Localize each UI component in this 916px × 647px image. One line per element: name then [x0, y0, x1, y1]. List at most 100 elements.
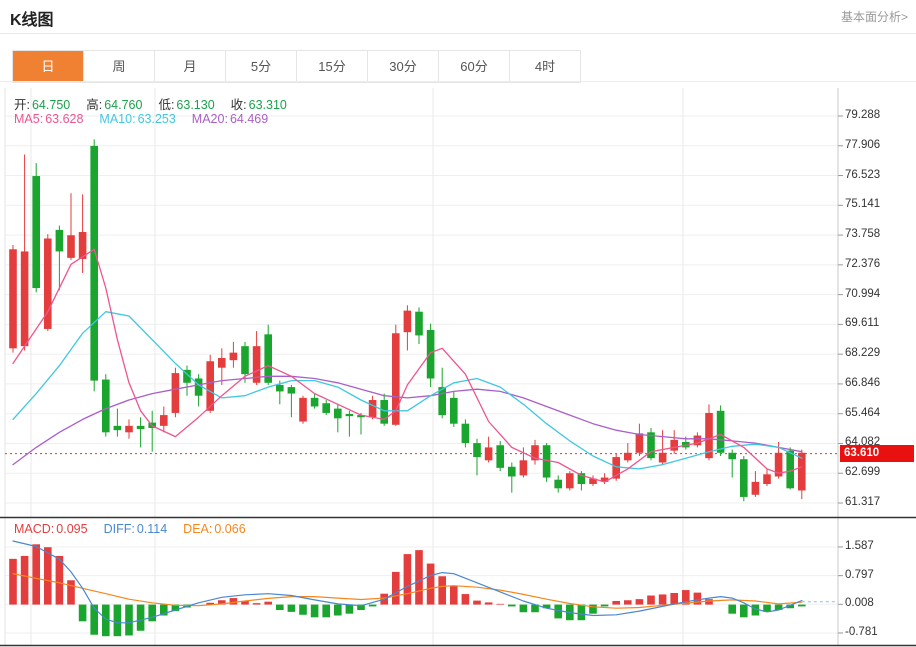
candle-body: [67, 235, 75, 258]
main-ytick-label: 65.464: [845, 407, 909, 419]
candle-body: [90, 146, 98, 381]
candle-body: [427, 330, 435, 378]
legend-item: DIFF:0.114: [104, 522, 168, 536]
macd-bar: [369, 605, 377, 607]
macd-bar: [44, 547, 52, 604]
candle-body: [369, 400, 377, 417]
legend-item: MA5:63.628: [14, 112, 83, 126]
macd-bar: [148, 605, 156, 622]
macd-bar: [322, 605, 330, 618]
current-price-badge: 63.610: [840, 445, 914, 462]
legend-item: DEA:0.066: [183, 522, 245, 536]
macd-bar: [67, 580, 75, 604]
macd-ytick-label: 0.797: [845, 569, 909, 581]
macd-bar: [346, 605, 354, 614]
ma-legend: MA5:63.628MA10:63.253MA20:64.469: [14, 112, 284, 126]
candle-body: [728, 453, 736, 459]
macd-bar: [276, 605, 284, 610]
legend-item: 开:64.750: [14, 94, 70, 113]
macd-bar: [90, 605, 98, 635]
candle-body: [717, 411, 725, 453]
macd-bar: [450, 586, 458, 605]
kline-app: K线图 基本面分析> 日周月5分15分30分60分4时 开:64.750高:64…: [0, 0, 916, 647]
candle-body: [114, 426, 122, 430]
candle-body: [334, 409, 342, 419]
macd-bar: [659, 594, 667, 604]
candle-body: [566, 473, 574, 488]
macd-bar: [311, 605, 319, 618]
candle-body: [763, 474, 771, 484]
candle-body: [160, 415, 168, 426]
macd-bar: [612, 601, 620, 605]
legend-item: 高:64.760: [86, 94, 142, 113]
candle-body: [21, 251, 29, 346]
macd-bar: [230, 598, 238, 605]
macd-bar: [9, 559, 17, 605]
candle-body: [636, 433, 644, 452]
main-ytick-label: 70.994: [845, 288, 909, 300]
candle-body: [496, 445, 504, 468]
candle-body: [485, 447, 493, 460]
candle-body: [508, 467, 516, 477]
macd-bar: [125, 605, 133, 636]
legend-item: 收:63.310: [231, 94, 287, 113]
main-ytick-label: 79.288: [845, 109, 909, 121]
macd-bar: [462, 594, 470, 605]
main-ytick-label: 73.758: [845, 228, 909, 240]
macd-bar: [578, 605, 586, 621]
macd-bar: [438, 576, 446, 604]
macd-bar: [264, 602, 272, 605]
candle-body: [9, 249, 17, 348]
macd-bar: [740, 605, 748, 618]
macd-bar: [705, 599, 713, 604]
macd-bar: [114, 605, 122, 637]
main-ytick-label: 72.376: [845, 258, 909, 270]
macd-bar: [485, 602, 493, 604]
main-ytick-label: 69.611: [845, 317, 909, 329]
candle-body: [404, 311, 412, 333]
main-ytick-label: 66.846: [845, 377, 909, 389]
main-ytick-label: 75.141: [845, 198, 909, 210]
macd-bar: [647, 596, 655, 605]
candle-body: [462, 424, 470, 443]
candle-body: [218, 358, 226, 368]
macd-ytick-label: 1.587: [845, 540, 909, 552]
candle-body: [520, 460, 528, 475]
macd-bar: [21, 556, 29, 605]
candle-body: [241, 346, 249, 374]
macd-ytick-label: 0.008: [845, 597, 909, 609]
candle-body: [288, 387, 296, 393]
macd-ytick-label: -0.781: [845, 626, 909, 638]
candle-body: [56, 230, 64, 252]
macd-bar: [728, 605, 736, 614]
macd-bar: [427, 564, 435, 605]
candle-body: [137, 426, 145, 429]
candle-body: [125, 426, 133, 432]
macd-bar: [253, 603, 261, 604]
candle-body: [276, 385, 284, 391]
candle-body: [554, 480, 562, 489]
candle-body: [32, 176, 40, 288]
legend-item: 低:63.130: [158, 94, 214, 113]
macd-bar: [299, 605, 307, 615]
macd-bar: [392, 572, 400, 605]
macd-bar: [624, 600, 632, 604]
main-ytick-label: 62.699: [845, 466, 909, 478]
macd-bar: [288, 605, 296, 612]
candle-body: [415, 312, 423, 336]
macd-bar: [137, 605, 145, 631]
macd-bar: [415, 550, 423, 604]
candle-body: [380, 400, 388, 424]
candle-body: [264, 334, 272, 382]
macd-bar: [79, 605, 87, 622]
candle-body: [102, 380, 110, 433]
macd-bar: [334, 605, 342, 616]
candle-body: [322, 403, 330, 413]
candle-body: [450, 398, 458, 424]
main-ytick-label: 61.317: [845, 496, 909, 508]
candle-body: [752, 482, 760, 495]
candle-body: [311, 398, 319, 407]
macd-bar: [32, 544, 40, 604]
main-ytick-label: 77.906: [845, 139, 909, 151]
candle-body: [346, 414, 354, 416]
